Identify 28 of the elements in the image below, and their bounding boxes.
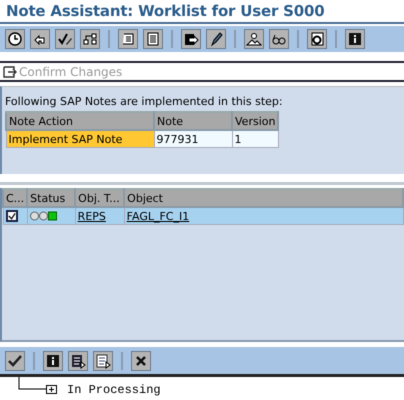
expand-icon[interactable] bbox=[46, 385, 57, 394]
person-landscape-icon[interactable] bbox=[244, 29, 264, 49]
glasses-icon[interactable] bbox=[269, 29, 289, 49]
column-header[interactable]: Status bbox=[27, 189, 76, 207]
column-header[interactable]: Object bbox=[124, 189, 403, 207]
panel-caption: Following SAP Notes are implemented in this step: bbox=[5, 95, 284, 108]
column-header[interactable]: Version bbox=[232, 112, 278, 130]
window-title: Note Assistant: Worklist for User S000 bbox=[6, 2, 324, 20]
clock-icon[interactable] bbox=[5, 29, 25, 49]
checkbox[interactable] bbox=[6, 210, 18, 222]
object-link[interactable]: FAGL_FC_I1 bbox=[126, 210, 190, 222]
close-icon[interactable] bbox=[131, 350, 151, 370]
table-cell: Implement SAP Note bbox=[6, 130, 154, 148]
checkmark-icon[interactable] bbox=[5, 350, 25, 370]
column-header[interactable]: C... bbox=[3, 189, 28, 207]
tree-item[interactable]: In Processing bbox=[67, 383, 161, 397]
column-header[interactable]: Note bbox=[154, 112, 232, 130]
column-header[interactable]: Note Action bbox=[6, 112, 154, 130]
table-cell: 1 bbox=[232, 130, 278, 148]
document-icon[interactable] bbox=[143, 29, 163, 49]
hierarchy-icon[interactable] bbox=[80, 29, 100, 49]
check-pencil-icon[interactable] bbox=[55, 29, 75, 49]
column-header[interactable]: Obj. T... bbox=[75, 189, 124, 207]
info-icon[interactable] bbox=[43, 350, 63, 370]
undo-icon[interactable] bbox=[30, 29, 50, 49]
confirm-icon bbox=[3, 66, 17, 78]
table-cell: 977931 bbox=[154, 130, 232, 148]
info-icon[interactable] bbox=[345, 29, 365, 49]
